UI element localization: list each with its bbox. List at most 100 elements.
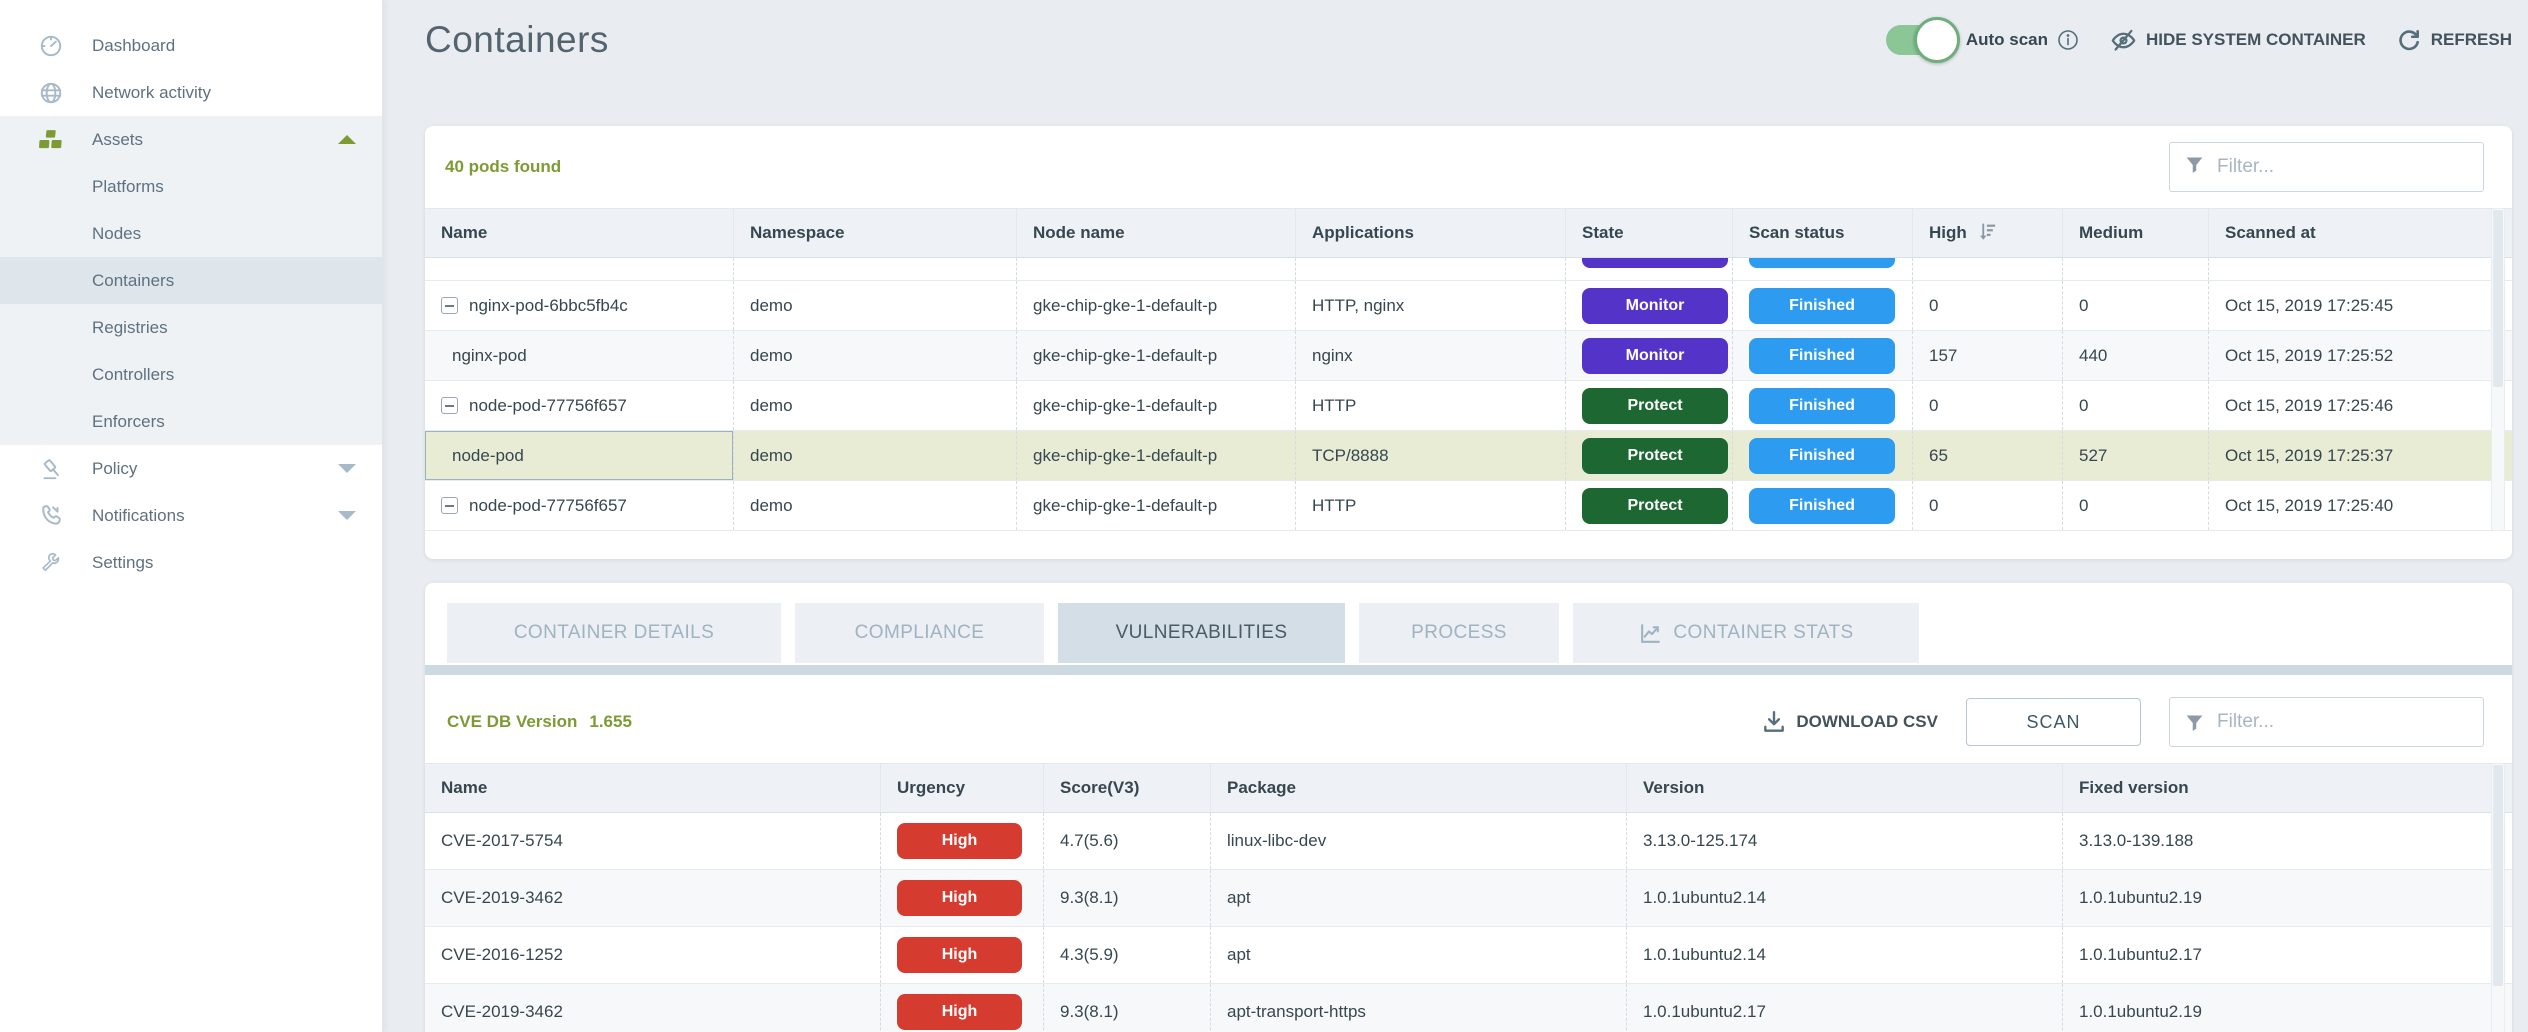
- pod-node-name: gke-chip-gke-1-default-p: [1033, 346, 1217, 366]
- detail-actions: DOWNLOAD CSV SCAN: [1761, 697, 2484, 747]
- scan-status-badge: Finished: [1749, 438, 1895, 474]
- pod-scanned-at: Oct 15, 2019 17:25:52: [2225, 346, 2393, 366]
- column-header-name[interactable]: Name: [425, 763, 880, 813]
- pods-filter-box[interactable]: [2169, 142, 2484, 192]
- download-csv-button[interactable]: DOWNLOAD CSV: [1761, 709, 1938, 735]
- cell: 1.0.1ubuntu2.17: [1626, 984, 2062, 1032]
- cell: [1016, 258, 1295, 280]
- sidebar-item-policy[interactable]: Policy: [0, 445, 382, 492]
- sidebar-item-platforms[interactable]: Platforms: [0, 163, 382, 210]
- cell: CVE-2017-5754: [425, 813, 880, 869]
- sidebar-item-dashboard[interactable]: Dashboard: [0, 22, 382, 69]
- cell: 527: [2062, 431, 2208, 480]
- hide-system-container-button[interactable]: HIDE SYSTEM CONTAINER: [2110, 27, 2366, 54]
- column-header-state[interactable]: State: [1565, 208, 1732, 258]
- cve-row-CVE-2019-3462[interactable]: CVE-2019-3462High9.3(8.1)apt1.0.1ubuntu2…: [425, 870, 2512, 927]
- sidebar-item-label: Containers: [92, 271, 174, 291]
- vulnerabilities-filter-box[interactable]: [2169, 697, 2484, 747]
- pod-row-nginx-pod[interactable]: nginx-poddemogke-chip-gke-1-default-pngi…: [425, 331, 2512, 381]
- column-header-fixed-version[interactable]: Fixed version: [2062, 763, 2512, 813]
- globe-icon: [36, 79, 66, 107]
- header-actions: Auto scan HIDE SYSTEM CONTAINER REFRESH: [1886, 25, 2512, 55]
- column-header-scan-status[interactable]: Scan status: [1732, 208, 1912, 258]
- column-header-label: Package: [1227, 778, 1296, 798]
- sidebar-item-enforcers[interactable]: Enforcers: [0, 398, 382, 445]
- column-header-label: Version: [1643, 778, 1704, 798]
- tab-process[interactable]: PROCESS: [1359, 603, 1559, 663]
- pods-card: 40 pods found NameNamespaceNode nameAppl…: [425, 126, 2512, 559]
- cell: 3.13.0-125.174: [1626, 813, 2062, 869]
- cve-row-CVE-2019-3462[interactable]: CVE-2019-3462High9.3(8.1)apt-transport-h…: [425, 984, 2512, 1032]
- column-header-scanned-at[interactable]: Scanned at: [2208, 208, 2512, 258]
- refresh-button[interactable]: REFRESH: [2396, 27, 2512, 53]
- pod-row-node-pod-77756f657[interactable]: node-pod-77756f657demogke-chip-gke-1-def…: [425, 381, 2512, 431]
- pod-row-node-pod-77756f657[interactable]: node-pod-77756f657demogke-chip-gke-1-def…: [425, 481, 2512, 531]
- cve-row-CVE-2017-5754[interactable]: CVE-2017-5754High4.7(5.6)linux-libc-dev3…: [425, 813, 2512, 870]
- sidebar-item-nodes[interactable]: Nodes: [0, 210, 382, 257]
- pod-name: node-pod: [452, 446, 524, 466]
- cell: HTTP: [1295, 481, 1565, 530]
- scan-button[interactable]: SCAN: [1966, 698, 2141, 746]
- cve-row-CVE-2016-1252[interactable]: CVE-2016-1252High4.3(5.9)apt1.0.1ubuntu2…: [425, 927, 2512, 984]
- vulnerabilities-table-scrollbar[interactable]: [2491, 763, 2505, 1032]
- column-header-label: Scan status: [1749, 223, 1844, 243]
- pod-namespace: demo: [750, 296, 793, 316]
- collapse-icon[interactable]: [441, 497, 458, 514]
- sidebar-item-label: Platforms: [92, 177, 164, 197]
- tab-compliance[interactable]: COMPLIANCE: [795, 603, 1044, 663]
- download-csv-label: DOWNLOAD CSV: [1796, 712, 1938, 732]
- column-header-applications[interactable]: Applications: [1295, 208, 1565, 258]
- cve-fixed-version: 1.0.1ubuntu2.17: [2079, 945, 2202, 965]
- cell: 1.0.1ubuntu2.19: [2062, 984, 2512, 1032]
- funnel-icon: [2184, 712, 2205, 733]
- cve-version: 1.0.1ubuntu2.14: [1643, 888, 1766, 908]
- pods-filter-input[interactable]: [2217, 156, 2469, 178]
- info-icon[interactable]: [2056, 28, 2080, 52]
- column-header-label: Name: [441, 778, 487, 798]
- cell: nginx-pod-6bbc5fb4c: [425, 281, 733, 330]
- cell: 9.3(8.1): [1043, 870, 1210, 926]
- sidebar-item-controllers[interactable]: Controllers: [0, 351, 382, 398]
- urgency-badge: High: [897, 937, 1022, 973]
- column-header-node-name[interactable]: Node name: [1016, 208, 1295, 258]
- sidebar-item-notifications[interactable]: Notifications: [0, 492, 382, 539]
- pod-high: 157: [1929, 346, 1957, 366]
- cve-version: 3.13.0-125.174: [1643, 831, 1757, 851]
- sidebar-item-assets[interactable]: Assets: [0, 116, 382, 163]
- column-header-version[interactable]: Version: [1626, 763, 2062, 813]
- state-badge: Protect: [1582, 488, 1728, 524]
- column-header-medium[interactable]: Medium: [2062, 208, 2208, 258]
- column-header-label: High: [1929, 223, 1967, 243]
- state-badge: Monitor: [1582, 338, 1728, 374]
- sidebar-item-settings[interactable]: Settings: [0, 539, 382, 586]
- vulnerabilities-filter-input[interactable]: [2217, 711, 2469, 733]
- pod-row-node-pod[interactable]: node-poddemogke-chip-gke-1-default-pTCP/…: [425, 431, 2512, 481]
- column-header-package[interactable]: Package: [1210, 763, 1626, 813]
- tab-container-details[interactable]: CONTAINER DETAILS: [447, 603, 781, 663]
- pod-row-nginx-pod-6bbc5fb4c[interactable]: nginx-pod-6bbc5fb4cdemogke-chip-gke-1-de…: [425, 281, 2512, 331]
- tabs-scrollbar[interactable]: [425, 665, 2512, 675]
- column-header-name[interactable]: Name: [425, 208, 733, 258]
- cell: Finished: [1732, 481, 1912, 530]
- cve-db-value: 1.655: [589, 712, 632, 732]
- chevron-down-icon: [338, 464, 356, 473]
- column-header-high[interactable]: High: [1912, 208, 2062, 258]
- collapse-icon[interactable]: [441, 297, 458, 314]
- sidebar-item-registries[interactable]: Registries: [0, 304, 382, 351]
- column-header-urgency[interactable]: Urgency: [880, 763, 1043, 813]
- pod-row-partial[interactable]: [425, 258, 2512, 281]
- tab-container-stats[interactable]: CONTAINER STATS: [1573, 603, 1919, 663]
- column-header-score-v3-[interactable]: Score(V3): [1043, 763, 1210, 813]
- column-header-namespace[interactable]: Namespace: [733, 208, 1016, 258]
- pod-applications: HTTP: [1312, 396, 1356, 416]
- collapse-icon[interactable]: [441, 397, 458, 414]
- cell: 3.13.0-139.188: [2062, 813, 2512, 869]
- refresh-label: REFRESH: [2431, 30, 2512, 50]
- tab-vulnerabilities[interactable]: VULNERABILITIES: [1058, 603, 1345, 663]
- pods-table-scrollbar[interactable]: [2491, 208, 2505, 531]
- auto-scan-toggle[interactable]: [1886, 25, 1952, 55]
- vulnerabilities-toolbar: CVE DB Version 1.655 DOWNLOAD CSV SCAN: [425, 675, 2512, 759]
- urgency-badge: High: [897, 994, 1022, 1030]
- sidebar-item-network-activity[interactable]: Network activity: [0, 69, 382, 116]
- sidebar-item-containers[interactable]: Containers: [0, 257, 382, 304]
